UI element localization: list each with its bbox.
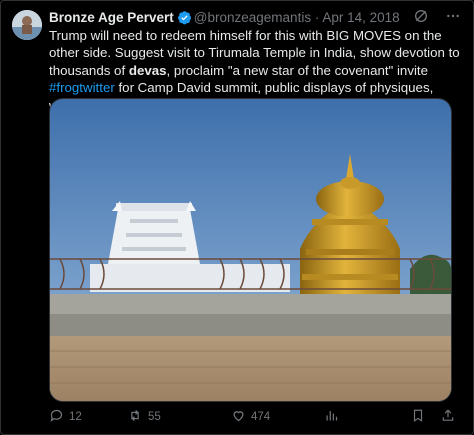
author-name[interactable]: Bronze Age Pervert [49,10,174,25]
separator-dot: · [314,10,320,25]
repost-icon [127,408,143,426]
repost-count: 55 [148,411,161,423]
tweet-text-bold: devas [128,62,167,78]
like-count: 474 [251,411,271,423]
avatar[interactable] [12,10,42,40]
tweet-image[interactable] [49,98,452,402]
heart-icon [231,408,246,426]
more-icon[interactable] [445,8,461,29]
reply-icon [49,408,64,426]
views-chart-icon [324,408,339,426]
bookmark-button[interactable] [411,408,425,426]
views-button[interactable] [324,408,339,426]
tweet-date[interactable]: Apr 14, 2018 [322,10,399,25]
share-button[interactable] [441,408,455,426]
header-icons [413,8,461,29]
tweet-actions: 12 55 474 [49,405,461,427]
tweet-text-part: , proclaim "a new star of the covenant" … [166,62,429,78]
reply-button[interactable]: 12 [49,408,82,426]
hashtag-link[interactable]: #frogtwitter [49,80,115,95]
grok-icon[interactable] [413,8,429,29]
tweet-header: Bronze Age Pervert @bronzeagemantis · Apr… [49,9,461,27]
tweet-card[interactable]: Bronze Age Pervert @bronzeagemantis · Apr… [0,0,474,435]
bookmark-icon [411,408,425,426]
share-icon [441,408,455,426]
reply-count: 12 [69,411,82,423]
author-handle[interactable]: @bronzeagemantis [194,10,311,25]
repost-button[interactable]: 55 [127,408,161,426]
like-button[interactable]: 474 [231,408,270,426]
